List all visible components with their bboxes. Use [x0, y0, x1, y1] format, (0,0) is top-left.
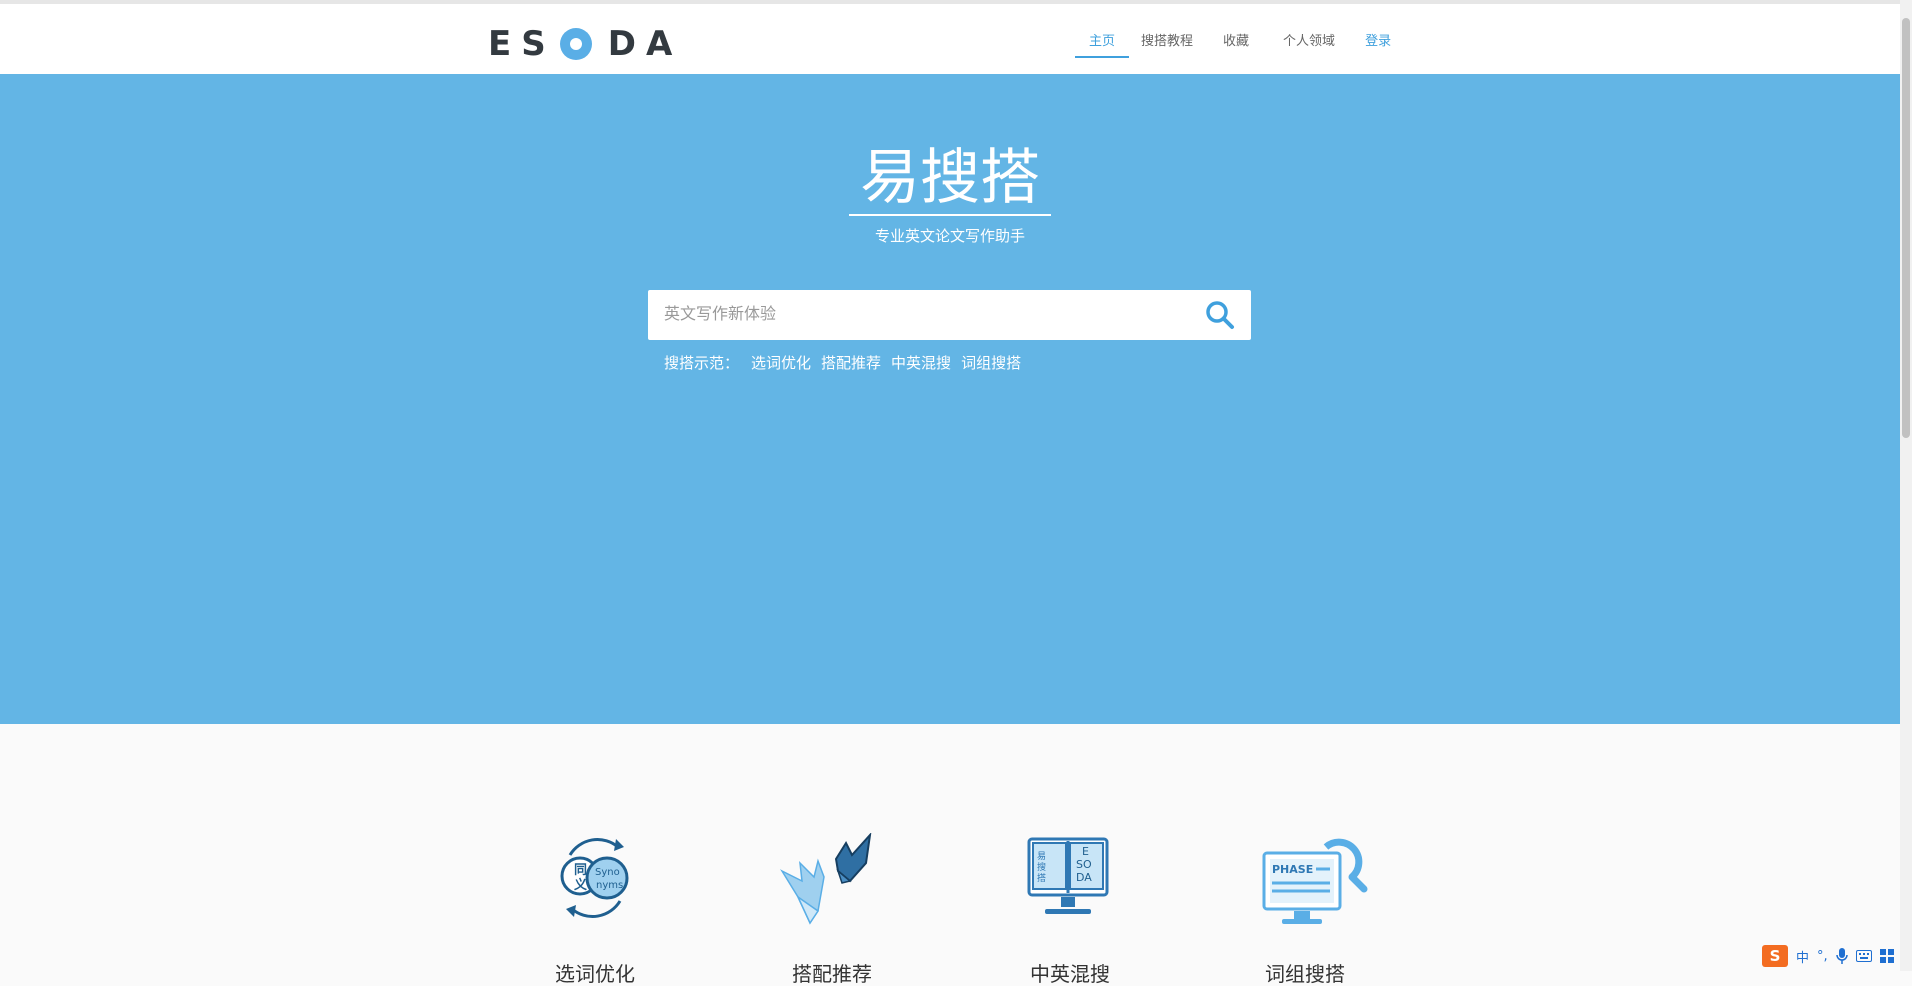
page-scrollbar[interactable] — [1900, 0, 1912, 971]
esoda-logo[interactable]: ES DA — [488, 22, 682, 66]
search-input[interactable] — [648, 290, 1188, 340]
nav-home[interactable]: 主页 — [1075, 4, 1130, 58]
logo-letters-da: DA — [607, 24, 683, 64]
svg-text:DA: DA — [1076, 871, 1092, 884]
brand-tagline: 专业英文论文写作助手 — [874, 227, 1025, 245]
svg-text:同: 同 — [574, 863, 587, 878]
nav-personal[interactable]: 个人领域 — [1265, 4, 1349, 58]
book-monitor-icon[interactable]: 易 搜 搭 E SO DA — [1025, 833, 1145, 933]
phrase-search-icon[interactable]: PHASE — [1260, 833, 1380, 933]
keyboard-icon[interactable] — [1855, 950, 1872, 962]
ime-punctuation-toggle[interactable]: °, — [1817, 949, 1828, 964]
ime-mode-toggle[interactable]: 中 — [1796, 947, 1809, 966]
nav-favorites[interactable]: 收藏 — [1203, 4, 1265, 58]
search-icon — [1205, 301, 1234, 329]
main-nav: 主页 搜搭教程 收藏 个人领域 登录 — [1075, 4, 1399, 58]
scrollbar-thumb[interactable] — [1902, 18, 1910, 438]
nav-tutorial[interactable]: 搜搭教程 — [1129, 4, 1203, 58]
examples-label: 搜搭示范： — [664, 353, 740, 372]
feature-label-mixed-search: 中英混搜 — [1030, 962, 1110, 986]
brand-underline — [849, 214, 1051, 216]
search-examples: 搜搭示范： 选词优化 搭配推荐 中英混搜 词组搜搭 — [664, 350, 1031, 374]
feature-label-phrase-search: 词组搜搭 — [1265, 962, 1345, 986]
svg-text:搭: 搭 — [1037, 872, 1046, 884]
example-word-choice[interactable]: 选词优化 — [751, 352, 811, 373]
example-mixed-search[interactable]: 中英混搜 — [891, 352, 951, 373]
nav-login[interactable]: 登录 — [1349, 4, 1399, 58]
sogou-logo-icon[interactable]: S — [1762, 945, 1788, 967]
svg-text:PHASE: PHASE — [1272, 863, 1313, 876]
example-phrase-search[interactable]: 词组搜搭 — [961, 352, 1021, 373]
logo-o-circle — [559, 28, 592, 60]
ime-toolbar: S 中 °, — [1762, 942, 1894, 970]
synonyms-icon[interactable]: 同 义 Syno nyms — [550, 833, 670, 933]
site-header: ES DA — [0, 4, 1900, 74]
feature-label-collocation: 搭配推荐 — [792, 962, 872, 986]
microphone-icon[interactable] — [1835, 948, 1848, 964]
search-box — [648, 290, 1251, 340]
svg-text:搜: 搜 — [1037, 861, 1046, 873]
svg-text:Syno: Syno — [595, 867, 620, 878]
svg-text:易: 易 — [1037, 851, 1046, 862]
origami-birds-icon[interactable] — [779, 831, 900, 933]
svg-text:SO: SO — [1076, 858, 1092, 871]
grid-icon[interactable] — [1879, 949, 1894, 963]
svg-text:nyms: nyms — [596, 880, 623, 891]
features-section — [0, 724, 1900, 971]
feature-label-word-choice: 选词优化 — [555, 962, 635, 986]
search-button[interactable] — [1188, 290, 1251, 340]
brand-title: 易搜搭 — [860, 143, 1040, 213]
svg-text:E: E — [1082, 845, 1089, 858]
example-collocation[interactable]: 搭配推荐 — [821, 352, 881, 373]
logo-letters-es: ES — [488, 24, 556, 64]
svg-text:义: 义 — [574, 877, 588, 893]
